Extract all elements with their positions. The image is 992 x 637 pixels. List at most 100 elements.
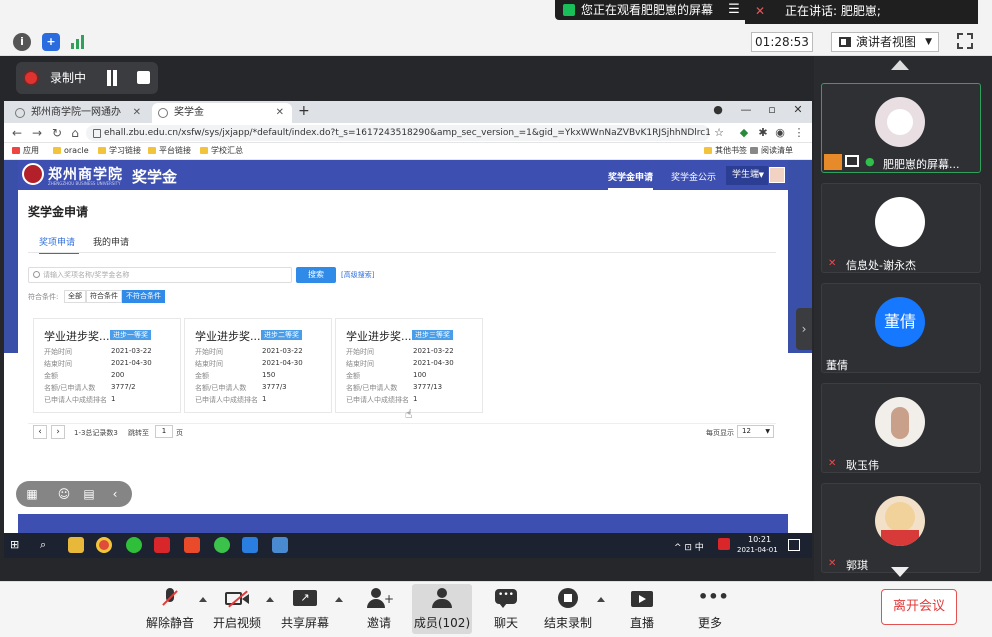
award-card[interactable]: 学业进步奖... 进步一等奖 开始时间 2021-03-22 结束时间 2021-0… [33,318,181,413]
emoji-icon[interactable]: ☺ [56,486,72,502]
advanced-search-link[interactable]: [高级搜索] [341,270,374,280]
view-mode-button[interactable]: 演讲者视图 ▼ [831,32,939,52]
add-user-icon: + [367,588,394,608]
share-screen-button[interactable]: ↗ 共享屏幕 [275,584,335,634]
close-icon[interactable]: ✕ [276,103,284,123]
more-icon: ••• [698,587,729,606]
close-window-icon[interactable]: ✕ [789,103,807,116]
avatar [875,397,925,447]
toolbar-label: 聊天 [493,616,518,630]
signal-icon[interactable] [70,34,86,50]
participant-name: 肥肥崽的屏幕... [883,158,960,171]
filter-all[interactable]: 全部 [64,290,86,303]
browser-tab[interactable]: 郑州商学院一网通办 ✕ [9,103,149,123]
scroll-up-icon[interactable] [891,60,909,70]
new-tab-icon[interactable]: + [298,103,314,121]
next-page-button[interactable]: › [51,425,65,439]
address-bar[interactable]: ehall.zbu.edu.cn/xsfw/sys/jxjapp/*defaul… [86,125,710,141]
more-button[interactable]: ••• 更多 [680,584,740,634]
avatar[interactable] [769,167,785,183]
scroll-down-icon[interactable] [891,567,909,577]
bookmark-study[interactable]: 学习链接 [98,145,141,157]
chat-icon: ••• [494,588,518,608]
card-row-value: 150 [262,371,276,379]
extension-icon[interactable]: ◆ [737,126,751,139]
puzzle-icon[interactable]: ✱ [756,126,770,139]
reload-icon[interactable]: ↻ [50,126,64,140]
chat-button[interactable]: ••• 聊天 [476,584,536,634]
windows-start-icon[interactable]: ⊞ [10,539,22,551]
notification-icon[interactable] [788,539,800,551]
chevron-up-icon[interactable] [199,597,207,602]
stop-recording-button[interactable]: 结束录制 [538,584,598,634]
wechat-icon[interactable] [126,537,142,553]
filter-ineligible[interactable]: 不符合条件 [122,290,165,303]
participants-button[interactable]: 成员(102) [412,584,472,634]
nav-scholarship-apply[interactable]: 奖学金申请 [608,170,654,190]
tab-my-applications[interactable]: 我的申请 [93,235,129,248]
photos-icon[interactable] [242,537,258,553]
bookmark-label: 平台链接 [159,146,191,155]
nav-scholarship-public[interactable]: 奖学金公示 [671,170,716,183]
chevron-down-icon: ▼ [765,428,770,435]
back-icon[interactable]: ← [10,126,24,140]
shield-icon[interactable]: + [42,33,60,51]
bookmark-oracle[interactable]: oracle [53,145,89,157]
filter-eligible[interactable]: 符合条件 [86,290,122,303]
search-icon[interactable]: ⌕ [40,538,46,552]
folder-icon [53,147,61,154]
bookmark-platform[interactable]: 平台链接 [148,145,191,157]
info-icon[interactable]: i [13,33,31,51]
home-icon[interactable]: ⌂ [68,126,82,140]
chevron-up-icon[interactable] [597,597,605,602]
profile-icon[interactable]: ◉ [773,126,787,139]
system-tray[interactable]: ^ ⊡ 中 [674,540,704,553]
search-button[interactable]: 搜索 [296,267,336,283]
restore-icon[interactable]: ▫ [763,103,781,116]
menu-icon[interactable]: ☰ [723,0,745,20]
expand-panel-icon[interactable]: › [796,308,812,350]
fullscreen-icon[interactable] [957,33,973,49]
wps-icon[interactable] [154,537,170,553]
live-stream-button[interactable]: 直播 [612,584,672,634]
star-icon[interactable]: ☆ [712,126,726,139]
app-icon[interactable] [184,537,200,553]
award-card[interactable]: 学业进步奖... 进步三等奖 开始时间 2021-03-22 结束时间 2021-0… [335,318,483,413]
card-row-value: 200 [111,371,125,379]
app-icon[interactable] [272,537,288,553]
start-video-button[interactable]: 开启视频 [207,584,267,634]
award-card[interactable]: 学业进步奖... 进步二等奖 开始时间 2021-03-22 结束时间 2021-0… [184,318,332,413]
kebab-menu-icon[interactable]: ⋮ [792,126,806,139]
leave-meeting-button[interactable]: 离开会议 [881,589,957,625]
card-row-label: 已申请人中成绩排名 [195,396,258,404]
close-icon[interactable]: ✕ [133,103,141,123]
per-page-select[interactable]: 12 ▼ [737,425,774,438]
app-icon[interactable] [214,537,230,553]
unmute-button[interactable]: 解除静音 [140,584,200,634]
search-input[interactable]: 请输入奖项名称/奖学金名称 [28,267,292,283]
user-role-menu[interactable]: 学生端 ▼ [726,166,768,185]
collapse-icon[interactable]: ‹ [107,486,123,502]
pause-recording-icon[interactable] [104,70,120,86]
users-icon [430,588,454,608]
bookmark-other[interactable]: 其他书签 [704,145,747,157]
prev-page-button[interactable]: ‹ [33,425,47,439]
minimize-icon[interactable]: — [737,103,755,116]
bookmark-school[interactable]: 学校汇总 [200,145,243,157]
browser-tab-active[interactable]: 奖学金 ✕ [152,103,292,123]
page-number-input[interactable]: 1 [155,425,173,438]
grid-icon[interactable]: ▦ [24,486,40,502]
bookmark-label: 其他书签 [715,146,747,155]
invite-button[interactable]: + 邀请 [349,584,409,634]
chrome-icon[interactable] [96,537,112,553]
bookmark-apps[interactable]: 应用 [12,145,39,157]
tab-search-icon[interactable]: ● [709,103,727,116]
chevron-up-icon[interactable] [266,597,274,602]
chevron-up-icon[interactable] [335,597,343,602]
forward-icon[interactable]: → [30,126,44,140]
chat-bubble-icon[interactable]: ▤ [81,486,97,502]
tray-app-icon[interactable] [718,538,730,550]
reading-list[interactable]: 阅读清单 [750,145,793,157]
stop-recording-icon[interactable] [137,71,150,84]
file-explorer-icon[interactable] [68,537,84,553]
